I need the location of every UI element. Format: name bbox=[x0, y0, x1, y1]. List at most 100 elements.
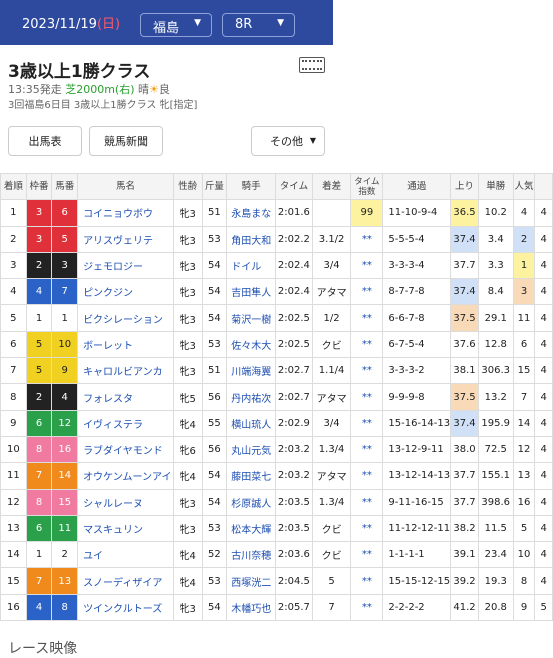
cell-jockey[interactable]: 丸山元気 bbox=[226, 435, 277, 464]
cell-umaban: 15 bbox=[51, 488, 79, 516]
cell-sex-age: 牝4 bbox=[172, 462, 203, 490]
table-row: 5 1 1 ビクシレーション 牝3 54 菊沢一樹 2:02.5 1/2 ** 6-6-7-8 37.… bbox=[0, 304, 553, 332]
table-row: 15 7 13 スノーディザイア 牝4 53 西塚洸二 2:04.5 5 ** 15-15-12-1… bbox=[0, 567, 553, 595]
cell-time-index: ** bbox=[350, 251, 384, 280]
cell-jockey[interactable]: 藤田菜七 bbox=[226, 462, 277, 490]
cell-weight: 54 bbox=[201, 304, 228, 332]
cell-weight: 54 bbox=[201, 251, 228, 280]
race-date[interactable]: 2023/11/19(日) bbox=[22, 13, 120, 32]
course-select[interactable]: 福島 ▼ bbox=[140, 13, 212, 37]
cell-jockey[interactable]: 西塚洸二 bbox=[226, 567, 277, 595]
cell-last3f: 38.1 bbox=[450, 357, 479, 385]
cell-jockey[interactable]: 川端海翼 bbox=[226, 357, 277, 385]
cell-horse-name[interactable]: ジェモロジー bbox=[77, 251, 174, 280]
cell-margin: 7 bbox=[311, 593, 352, 622]
cell-jockey[interactable]: 杉原誠人 bbox=[226, 488, 277, 516]
cell-umaban: 4 bbox=[51, 383, 79, 411]
cell-waku: 1 bbox=[25, 304, 53, 332]
race-select[interactable]: 8R ▼ bbox=[222, 13, 295, 37]
cell-passing: 3-3-3-2 bbox=[382, 357, 452, 385]
cell-popularity: 9 bbox=[512, 593, 536, 622]
cell-horse-name[interactable]: イヴィステラ bbox=[77, 409, 174, 437]
cell-horse-name[interactable]: ラブダイヤモンド bbox=[77, 435, 174, 464]
cell-odds: 195.9 bbox=[477, 409, 514, 437]
race-title: 3歳以上1勝クラス bbox=[8, 62, 151, 82]
cell-horse-name[interactable]: キャロルビアンカ bbox=[77, 357, 174, 385]
cell-weight: 56 bbox=[201, 383, 228, 411]
col-header-weight: 斤量 bbox=[201, 172, 228, 201]
cell-jockey[interactable]: 古川奈穂 bbox=[226, 541, 277, 569]
cell-horse-name[interactable]: オウケンムーンアイ bbox=[77, 462, 174, 490]
cell-horse-name[interactable]: ピンクジン bbox=[77, 278, 174, 306]
cell-jockey[interactable]: 横山琉人 bbox=[226, 409, 277, 437]
cell-horse-name[interactable]: ツインクルトーズ bbox=[77, 593, 174, 622]
cell-rank: 5 bbox=[0, 304, 27, 332]
cell-extra: 4 bbox=[534, 409, 553, 437]
cell-horse-name[interactable]: ユイ bbox=[77, 541, 174, 569]
table-row: 3 2 3 ジェモロジー 牝3 54 ドイル 2:02.4 3/4 ** 3-3-3-4 37.7 3.… bbox=[0, 251, 553, 280]
cell-horse-name[interactable]: マスキュリン bbox=[77, 514, 174, 543]
cell-jockey[interactable]: ドイル bbox=[226, 251, 277, 280]
cell-sex-age: 牝3 bbox=[172, 593, 203, 622]
cell-horse-name[interactable]: シャルレーヌ bbox=[77, 488, 174, 516]
cell-margin: 3/4 bbox=[311, 251, 352, 280]
cell-horse-name[interactable]: コイニョウボウ bbox=[77, 199, 174, 227]
table-row: 8 2 4 フォレスタ 牝5 56 丹内祐次 2:02.7 アタマ ** 9-9-9-8 37.5 13… bbox=[0, 383, 553, 411]
cell-horse-name[interactable]: ボーレット bbox=[77, 330, 174, 359]
cell-weight: 54 bbox=[201, 462, 228, 490]
cell-margin bbox=[311, 199, 352, 227]
cell-horse-name[interactable]: アリスヴェリテ bbox=[77, 225, 174, 253]
chevron-down-icon: ▼ bbox=[309, 136, 316, 145]
cell-odds: 10.2 bbox=[477, 199, 514, 227]
cell-jockey[interactable]: 松本大輝 bbox=[226, 514, 277, 543]
cell-umaban: 1 bbox=[51, 304, 79, 332]
cell-jockey[interactable]: 菊沢一樹 bbox=[226, 304, 277, 332]
cell-time-index: ** bbox=[350, 330, 384, 359]
cell-rank: 7 bbox=[0, 357, 27, 385]
table-row: 10 8 16 ラブダイヤモンド 牝6 56 丸山元気 2:03.2 1.3/4 ** 13-12-… bbox=[0, 435, 553, 464]
col-header-time: タイム bbox=[275, 172, 313, 201]
cell-margin: 1/2 bbox=[311, 304, 352, 332]
cell-extra: 4 bbox=[534, 488, 553, 516]
cell-weight: 55 bbox=[201, 409, 228, 437]
cell-passing: 5-5-5-4 bbox=[382, 225, 452, 253]
col-header-rank: 着順 bbox=[0, 172, 27, 201]
movie-icon[interactable] bbox=[299, 57, 325, 73]
cell-jockey[interactable]: 佐々木大 bbox=[226, 330, 277, 359]
cell-extra: 4 bbox=[534, 357, 553, 385]
cell-popularity: 11 bbox=[512, 304, 536, 332]
cell-waku: 6 bbox=[25, 409, 53, 437]
cell-odds: 29.1 bbox=[477, 304, 514, 332]
more-button[interactable]: その他 ▼ bbox=[251, 126, 325, 156]
newspaper-button[interactable]: 競馬新聞 bbox=[89, 126, 163, 156]
cell-jockey[interactable]: 角田大和 bbox=[226, 225, 277, 253]
cell-last3f: 36.5 bbox=[450, 199, 479, 227]
cell-last3f: 41.2 bbox=[450, 593, 479, 622]
cell-passing: 3-3-3-4 bbox=[382, 251, 452, 280]
cell-extra: 4 bbox=[534, 514, 553, 543]
cell-last3f: 37.7 bbox=[450, 251, 479, 280]
cell-jockey[interactable]: 永島まな bbox=[226, 199, 277, 227]
cell-horse-name[interactable]: スノーディザイア bbox=[77, 567, 174, 595]
cell-rank: 11 bbox=[0, 462, 27, 490]
cell-jockey[interactable]: 吉田隼人 bbox=[226, 278, 277, 306]
cell-jockey[interactable]: 木幡巧也 bbox=[226, 593, 277, 622]
cell-umaban: 7 bbox=[51, 278, 79, 306]
table-row: 12 8 15 シャルレーヌ 牝3 54 杉原誠人 2:03.5 1.3/4 ** 9-11-16-… bbox=[0, 488, 553, 516]
cell-sex-age: 牝3 bbox=[172, 278, 203, 306]
cell-extra: 5 bbox=[534, 593, 553, 622]
cell-horse-name[interactable]: フォレスタ bbox=[77, 383, 174, 411]
date-text: 2023/11/19 bbox=[22, 17, 97, 32]
cell-time: 2:03.6 bbox=[275, 541, 313, 569]
table-header-row: 着順 枠番 馬番 馬名 性齢 斤量 騎手 タイム 着差 タイム指数 通過 上り 単勝 人気 bbox=[0, 172, 553, 201]
col-header-popularity: 人気 bbox=[512, 172, 536, 201]
cell-waku: 1 bbox=[25, 541, 53, 569]
cell-rank: 9 bbox=[0, 409, 27, 437]
cell-time: 2:02.2 bbox=[275, 225, 313, 253]
cell-margin: クビ bbox=[311, 330, 352, 359]
cell-odds: 8.4 bbox=[477, 278, 514, 306]
cell-jockey[interactable]: 丹内祐次 bbox=[226, 383, 277, 411]
cell-margin: 3/4 bbox=[311, 409, 352, 437]
entries-button[interactable]: 出馬表 bbox=[8, 126, 82, 156]
cell-horse-name[interactable]: ビクシレーション bbox=[77, 304, 174, 332]
